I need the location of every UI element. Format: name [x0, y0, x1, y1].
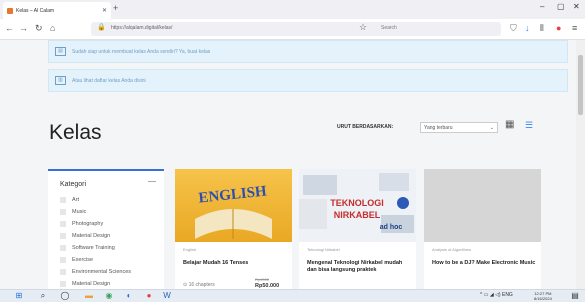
- course-image-placeholder: [424, 169, 541, 242]
- checkbox[interactable]: [60, 269, 66, 275]
- category-item[interactable]: Environmental Sciences: [60, 269, 131, 275]
- image-text: ENGLISH: [198, 183, 268, 206]
- category-sidebar: Kategori Art Music Photography Material …: [48, 169, 164, 289]
- category-item[interactable]: Exercise: [60, 257, 93, 263]
- chrome-icon[interactable]: ◉: [104, 291, 114, 301]
- course-title[interactable]: Belajar Mudah 16 Tenses: [183, 260, 287, 267]
- library-icon[interactable]: ⫴: [540, 23, 544, 34]
- notice-text: Sudah siap untuk membuat kelas Anda send…: [72, 48, 211, 55]
- course-title[interactable]: Mengenal Teknologi Nirkabel mudah dan bi…: [307, 260, 411, 274]
- sort-value: Yang terbaru: [424, 125, 453, 131]
- reload-icon[interactable]: ↻: [35, 23, 43, 34]
- forward-icon[interactable]: →: [19, 23, 28, 33]
- menu-icon[interactable]: ≡: [572, 23, 577, 33]
- page-content: ▤ Sudah siap untuk membuat kelas Anda se…: [0, 40, 576, 289]
- category-item[interactable]: Software Training: [60, 245, 115, 251]
- course-old-price: Rp1000: [255, 277, 270, 282]
- favicon-icon: [7, 7, 13, 14]
- checkbox[interactable]: [60, 281, 66, 287]
- notice-text: Atau lihat daftar kelas Anda disini: [72, 77, 146, 84]
- browser-tab-bar: Kelas – Al Calam ✕ + – ▢ ✕: [0, 0, 585, 19]
- sort-label: URUT BERDASARKAN:: [337, 124, 394, 130]
- list-view-icon[interactable]: ☰: [525, 120, 535, 130]
- checkbox[interactable]: [60, 197, 66, 203]
- edge-icon[interactable]: ◐: [124, 291, 134, 301]
- tab-title: Kelas – Al Calam: [16, 7, 55, 14]
- browser-nav-bar: ← → ↻ ⌂ 🔒 https://alqalam.digital/kelas/…: [0, 19, 585, 40]
- grid-view-icon[interactable]: ▦: [505, 120, 515, 130]
- close-window-icon[interactable]: ✕: [573, 2, 580, 11]
- sort-select[interactable]: Yang terbaru ⌄: [420, 122, 498, 133]
- image-text: ad hoc: [380, 224, 403, 231]
- search-input[interactable]: Search: [381, 25, 397, 31]
- notification-icon[interactable]: ▤: [570, 291, 580, 301]
- task-view-icon[interactable]: ◯: [60, 291, 70, 301]
- url-bar[interactable]: 🔒 https://alqalam.digital/kelas/ ☆ Searc…: [91, 22, 501, 36]
- english-book-image: ENGLISH: [195, 183, 272, 239]
- back-icon[interactable]: ←: [5, 23, 14, 33]
- minimize-icon[interactable]: –: [540, 2, 544, 11]
- wireless-tech-image: TEKNOLOGI NIRKABEL ad hoc: [299, 173, 414, 233]
- file-explorer-icon[interactable]: ▬: [84, 291, 94, 301]
- course-card[interactable]: ENGLISH English Belajar Mudah 16 Tenses …: [175, 169, 292, 289]
- course-image: TEKNOLOGI NIRKABEL ad hoc: [299, 169, 416, 242]
- category-title: Kategori: [60, 181, 87, 188]
- course-category: Teknologi Nirkabel: [307, 247, 340, 252]
- word-icon[interactable]: W: [162, 291, 172, 301]
- category-item[interactable]: Music: [60, 209, 86, 215]
- maximize-icon[interactable]: ▢: [557, 2, 565, 11]
- image-text: NIRKABEL: [334, 210, 381, 220]
- course-image: ENGLISH: [175, 169, 292, 242]
- course-card[interactable]: Analysis of Algorithms How to be a DJ? M…: [424, 169, 541, 289]
- checkbox[interactable]: [60, 233, 66, 239]
- notice-icon: ▤: [55, 47, 66, 56]
- downloads-icon[interactable]: ↓: [525, 23, 530, 33]
- course-title[interactable]: How to be a DJ? Make Electronic Music: [432, 260, 536, 267]
- system-tray[interactable]: ^ ▭ ◢ ◁) ENG: [480, 292, 513, 298]
- category-item[interactable]: Photography: [60, 221, 103, 227]
- account-icon[interactable]: ●: [556, 23, 561, 33]
- course-category: English: [183, 247, 197, 252]
- url-text: https://alqalam.digital/kelas/: [111, 25, 173, 31]
- collapse-icon[interactable]: [148, 181, 156, 182]
- course-card[interactable]: TEKNOLOGI NIRKABEL ad hoc Teknologi Nirk…: [299, 169, 416, 289]
- new-tab-icon[interactable]: +: [113, 3, 118, 13]
- windows-start-icon[interactable]: ⊞: [14, 291, 24, 301]
- notice-icon: ▥: [55, 76, 66, 85]
- category-item[interactable]: Art: [60, 197, 79, 203]
- pocket-icon[interactable]: ⛉: [510, 23, 517, 34]
- image-text: TEKNOLOGI: [330, 198, 384, 208]
- firefox-icon[interactable]: ●: [144, 291, 154, 301]
- chevron-down-icon: ⌄: [489, 125, 494, 131]
- browser-tab[interactable]: Kelas – Al Calam ✕: [3, 2, 111, 19]
- category-item[interactable]: Material Design: [60, 233, 110, 239]
- checkbox[interactable]: [60, 257, 66, 263]
- course-chapters: ⊙ 16 chapters: [183, 282, 215, 288]
- create-class-notice[interactable]: ▤ Sudah siap untuk membuat kelas Anda se…: [48, 40, 568, 63]
- windows-taskbar: ⊞ ⌕ ◯ ▬ ◉ ◐ ● W ^ ▭ ◢ ◁) ENG 12:27 PM 8/…: [0, 289, 585, 302]
- search-icon[interactable]: ⌕: [38, 291, 48, 301]
- page-title: Kelas: [49, 121, 102, 144]
- scrollbar-thumb[interactable]: [578, 55, 583, 115]
- class-list-notice[interactable]: ▥ Atau lihat daftar kelas Anda disini: [48, 69, 568, 92]
- course-category: Analysis of Algorithms: [432, 247, 472, 252]
- clock[interactable]: 12:27 PM 8/16/2024: [534, 291, 552, 301]
- language-indicator: ENG: [501, 292, 513, 298]
- home-icon[interactable]: ⌂: [50, 23, 55, 33]
- bookmark-star-icon[interactable]: ☆: [359, 22, 367, 33]
- close-tab-icon[interactable]: ✕: [102, 7, 107, 14]
- checkbox[interactable]: [60, 221, 66, 227]
- page-info-icon[interactable]: 🔒: [97, 23, 106, 31]
- checkbox[interactable]: [60, 209, 66, 215]
- category-item[interactable]: Material Design: [60, 281, 110, 287]
- checkbox[interactable]: [60, 245, 66, 251]
